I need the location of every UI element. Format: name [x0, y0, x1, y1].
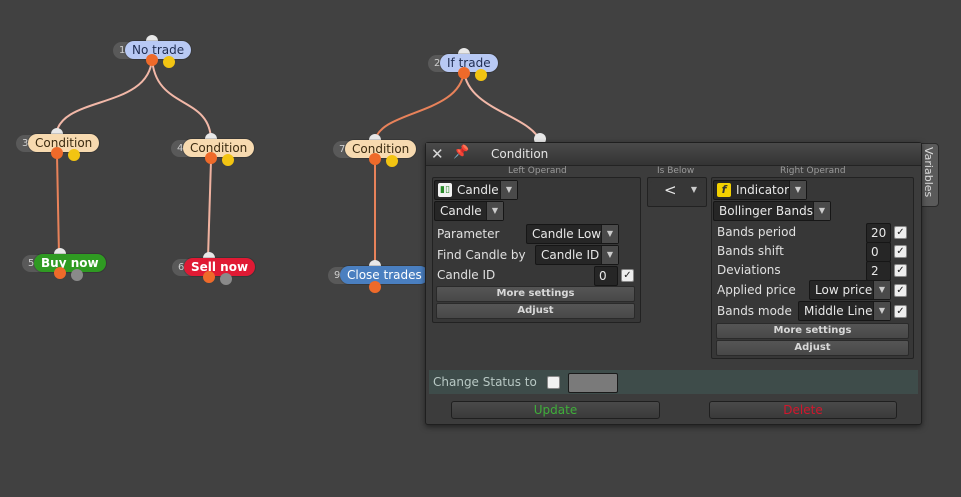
node-1[interactable]: 1 No trade	[113, 35, 193, 68]
variables-tab-label: Variables	[922, 147, 935, 198]
node-6[interactable]: 6 Sell now	[172, 252, 256, 285]
bands-period-input[interactable]: 20	[866, 223, 891, 243]
function-icon: f	[717, 183, 731, 197]
output-port-false[interactable]	[222, 154, 234, 166]
right-adjust-button[interactable]: Adjust	[716, 340, 909, 356]
operator-select[interactable]: < ▼	[650, 181, 702, 201]
node-label: Sell now	[184, 258, 256, 276]
change-status-field[interactable]	[568, 373, 618, 393]
output-port-false[interactable]	[386, 155, 398, 167]
chevron-down-icon: ▼	[789, 181, 806, 199]
operator-heading: Is Below	[657, 166, 695, 176]
left-type-select[interactable]: ▮▯ Candle ▼	[434, 180, 518, 200]
candle-id-input[interactable]: 0	[594, 266, 618, 286]
chevron-down-icon: ▼	[873, 302, 890, 320]
left-operand-heading: Left Operand	[508, 166, 567, 176]
output-port[interactable]	[54, 267, 66, 279]
output-port-true[interactable]	[369, 153, 381, 165]
node-7[interactable]: 7 Condition	[333, 134, 418, 167]
deviations-label: Deviations	[717, 263, 781, 277]
left-subtype-select[interactable]: Candle ▼	[434, 201, 504, 221]
bands-period-checkbox[interactable]: ✓	[894, 226, 907, 239]
change-status-label: Change Status to	[433, 375, 537, 389]
node-label: Buy now	[34, 254, 106, 272]
delete-button[interactable]: Delete	[709, 401, 897, 419]
close-icon[interactable]: ✕	[431, 145, 444, 163]
node-label: Close trades	[340, 266, 429, 284]
node-label: Condition	[183, 139, 255, 157]
node-9[interactable]: 9 Close trades	[328, 260, 429, 293]
dialog-title: Condition	[491, 147, 549, 161]
variables-tab[interactable]: Variables	[919, 143, 939, 207]
pin-icon[interactable]: 📌	[453, 145, 469, 160]
chevron-down-icon: ▼	[873, 281, 890, 299]
change-status-checkbox[interactable]	[547, 376, 560, 389]
node-label: No trade	[125, 41, 192, 59]
node-label: Condition	[345, 140, 417, 158]
bands-shift-input[interactable]: 0	[866, 242, 891, 262]
find-candle-by-label: Find Candle by	[437, 248, 526, 262]
chevron-down-icon: ▼	[601, 225, 618, 243]
candle-icon: ▮▯	[438, 183, 452, 197]
right-type-select[interactable]: f Indicator ▼	[713, 180, 807, 200]
output-port-true[interactable]	[458, 67, 470, 79]
deviations-checkbox[interactable]: ✓	[894, 264, 907, 277]
chevron-down-icon: ▼	[486, 202, 503, 220]
condition-dialog: ✕ 📌 Condition Left Operand Is Below Righ…	[425, 142, 922, 425]
applied-price-label: Applied price	[717, 283, 796, 297]
output-port-false[interactable]	[68, 149, 80, 161]
node-label: Condition	[28, 134, 100, 152]
left-adjust-button[interactable]: Adjust	[436, 303, 635, 319]
bands-period-label: Bands period	[717, 225, 797, 239]
operator-panel: < ▼	[647, 177, 707, 207]
change-status-bar: Change Status to	[429, 370, 918, 394]
node-4[interactable]: 4 Condition	[171, 133, 256, 166]
chevron-down-icon: ▼	[813, 202, 830, 220]
parameter-select[interactable]: Candle Low ▼	[526, 224, 619, 244]
node-3[interactable]: 3 Condition	[16, 128, 101, 161]
output-port-disabled	[71, 269, 83, 281]
node-5[interactable]: 5 Buy now	[22, 248, 106, 281]
output-port-true[interactable]	[146, 54, 158, 66]
right-operand-heading: Right Operand	[780, 166, 846, 176]
bands-mode-label: Bands mode	[717, 304, 792, 318]
bands-mode-select[interactable]: Middle Line ▼	[798, 301, 891, 321]
left-more-settings-button[interactable]: More settings	[436, 286, 635, 302]
applied-price-checkbox[interactable]: ✓	[894, 284, 907, 297]
chevron-down-icon: ▼	[690, 185, 698, 194]
chevron-down-icon: ▼	[500, 181, 517, 199]
applied-price-select[interactable]: Low price ▼	[809, 280, 891, 300]
output-port-disabled	[220, 273, 232, 285]
bands-shift-checkbox[interactable]: ✓	[894, 245, 907, 258]
update-button[interactable]: Update	[451, 401, 660, 419]
find-candle-by-select[interactable]: Candle ID ▼	[535, 245, 619, 265]
candle-id-checkbox[interactable]: ✓	[621, 269, 634, 282]
node-2[interactable]: 2 If trade	[428, 48, 503, 81]
bands-shift-label: Bands shift	[717, 244, 784, 258]
output-port[interactable]	[203, 271, 215, 283]
output-port-true[interactable]	[205, 152, 217, 164]
parameter-label: Parameter	[437, 227, 500, 241]
right-more-settings-button[interactable]: More settings	[716, 323, 909, 339]
output-port-false[interactable]	[475, 69, 487, 81]
dialog-titlebar[interactable]: ✕ 📌 Condition	[426, 143, 921, 166]
deviations-input[interactable]: 2	[866, 261, 891, 281]
chevron-down-icon: ▼	[601, 246, 618, 264]
bands-mode-checkbox[interactable]: ✓	[894, 305, 907, 318]
output-port[interactable]	[369, 281, 381, 293]
right-subtype-select[interactable]: Bollinger Bands ▼	[713, 201, 831, 221]
candle-id-label: Candle ID	[437, 268, 496, 282]
left-operand-panel: ▮▯ Candle ▼ Candle ▼ Parameter Candle Lo…	[432, 177, 641, 323]
output-port-false[interactable]	[163, 56, 175, 68]
right-operand-panel: f Indicator ▼ Bollinger Bands ▼ Bands pe…	[711, 177, 914, 359]
output-port-true[interactable]	[51, 147, 63, 159]
